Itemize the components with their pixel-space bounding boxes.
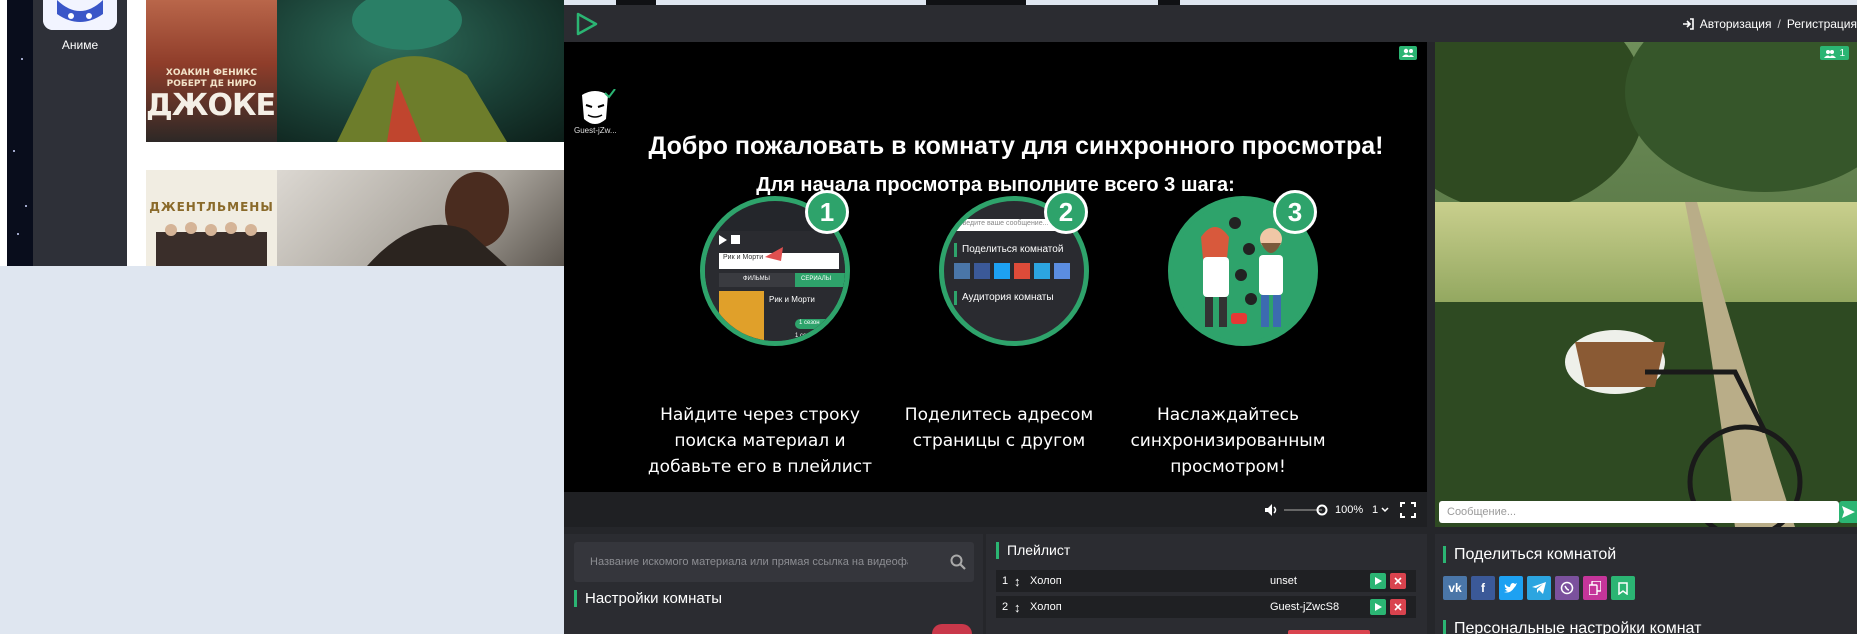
- playlist-index: 1: [1001, 575, 1009, 587]
- drag-handle-icon[interactable]: ↕: [1014, 574, 1030, 589]
- playlist-item-owner: Guest-jZwcS8: [1270, 601, 1340, 613]
- users-icon: [1824, 49, 1837, 58]
- mock-season: 1 сезон: [799, 320, 820, 326]
- send-icon[interactable]: [1839, 501, 1857, 523]
- video-player[interactable]: Guest-jZw... Добро пожаловать в комнату …: [564, 42, 1427, 527]
- remove-icon[interactable]: [1390, 599, 1406, 615]
- poster-credit: ХОАКИН ФЕНИКС: [165, 68, 258, 78]
- volume-icon[interactable]: [1264, 492, 1280, 527]
- chat-panel: 1: [1435, 42, 1857, 527]
- poster-title: ДЖОКЕР: [146, 88, 277, 123]
- viewers-icon: [1399, 46, 1417, 60]
- sync-watch-app: Авторизация / Регистрация Guest-jZw... Д…: [564, 0, 1857, 634]
- playlist-action-button[interactable]: [1288, 630, 1370, 634]
- share-panel: Поделиться комнатой vk f Персональные на…: [1435, 534, 1857, 634]
- volume-percent: 100%: [1335, 503, 1364, 516]
- welcome-title: Добро пожаловать в комнату для синхронно…: [648, 132, 1384, 160]
- playlist-item-title: Холоп: [1030, 601, 1062, 613]
- drag-handle-icon[interactable]: ↕: [1014, 600, 1030, 615]
- room-setting-toggle[interactable]: [932, 624, 972, 634]
- step-2-text: Поделитесь адресом страницы с другом: [904, 405, 1094, 451]
- movie-still[interactable]: [277, 170, 564, 266]
- playlist-row[interactable]: 2 ↕ Холоп Guest-jZwcS8: [996, 596, 1416, 618]
- playlist-index: 2: [1001, 601, 1009, 613]
- viber-icon[interactable]: [1555, 576, 1579, 600]
- telegram-icon[interactable]: [1527, 576, 1551, 600]
- playlist-title: Плейлист: [996, 542, 1070, 559]
- movie-poster[interactable]: ХОАКИН ФЕНИКС РОБЕРТ ДЕ НИРО ДЖОКЕР: [146, 0, 277, 142]
- step-1-text: Найдите через строку поиска материал и д…: [647, 405, 873, 477]
- playlist-panel: Плейлист 1 ↕ Холоп unset 2 ↕ Холоп Guest…: [986, 534, 1427, 634]
- copy-icon[interactable]: [1583, 576, 1607, 600]
- mock-share-title: Поделиться комнатой: [962, 244, 1064, 255]
- share-title: Поделиться комнатой: [1443, 546, 1616, 563]
- mock-search-result: Рик и Морти: [723, 254, 764, 261]
- search-panel: Настройки комнаты: [564, 534, 983, 634]
- playlist-item-owner: unset: [1270, 575, 1297, 587]
- catalog-background: Аниме ХОАКИН ФЕНИКС РОБЕРТ ДЕ НИРО ДЖОКЕ…: [0, 0, 564, 266]
- remove-icon[interactable]: [1390, 573, 1406, 589]
- mock-message-placeholder: Введите ваше сообщение...: [958, 220, 1049, 227]
- movie-still[interactable]: [277, 0, 564, 142]
- personal-settings-title: Персональные настройки комнат: [1443, 620, 1701, 634]
- step-3-text: Наслаждайтесь синхронизированным просмот…: [1130, 405, 1326, 477]
- anime-icon: [43, 0, 117, 30]
- login-icon: [1682, 18, 1694, 30]
- logo-play-icon[interactable]: [574, 12, 598, 36]
- mock-item-title: Рик и Морти: [769, 295, 815, 304]
- chat-background-photo: [1435, 42, 1857, 527]
- share-buttons: vk f: [1443, 576, 1635, 600]
- mock-episode: 1 серия: [795, 333, 817, 339]
- step-2-number: 2: [1044, 190, 1088, 234]
- auth-separator: /: [1777, 17, 1781, 31]
- room-settings-title: Настройки комнаты: [574, 590, 722, 607]
- mock-tab-series: СЕРИАЛЫ: [801, 276, 832, 282]
- quality-select[interactable]: 1: [1372, 492, 1389, 527]
- chevron-down-icon: [1381, 506, 1389, 513]
- search-icon[interactable]: [950, 554, 966, 570]
- quality-value: 1: [1372, 503, 1379, 516]
- fullscreen-icon[interactable]: [1400, 492, 1416, 527]
- facebook-icon[interactable]: f: [1471, 576, 1495, 600]
- twitter-icon[interactable]: [1499, 576, 1523, 600]
- online-users-badge: 1: [1820, 46, 1849, 60]
- mock-tab-films: ФИЛЬМЫ: [743, 276, 770, 282]
- play-icon[interactable]: [1370, 599, 1386, 615]
- category-item-anime[interactable]: Аниме: [33, 0, 127, 266]
- chat-message-input[interactable]: [1439, 501, 1839, 523]
- vk-icon[interactable]: vk: [1443, 576, 1467, 600]
- guest-name: Guest-jZw...: [574, 126, 617, 135]
- category-label: Аниме: [61, 38, 99, 52]
- playlist-row[interactable]: 1 ↕ Холоп unset: [996, 570, 1416, 592]
- mock-audience-title: Аудитория комнаты: [962, 292, 1054, 303]
- step-1-number: 1: [805, 190, 849, 234]
- search-input[interactable]: [574, 542, 924, 582]
- movie-poster[interactable]: ДЖЕНТЛЬМЕНЫ: [146, 170, 277, 266]
- playlist-item-title: Холоп: [1030, 575, 1062, 587]
- register-link[interactable]: Регистрация: [1787, 17, 1857, 31]
- bookmark-icon[interactable]: [1611, 576, 1635, 600]
- auth-links: Авторизация / Регистрация: [1682, 15, 1857, 33]
- starfield-strip: [7, 0, 33, 266]
- volume-slider[interactable]: [1284, 492, 1328, 527]
- step-3-number: 3: [1273, 190, 1317, 234]
- play-icon[interactable]: [1370, 573, 1386, 589]
- player-controls: 100% 1: [564, 492, 1427, 527]
- login-link[interactable]: Авторизация: [1700, 17, 1772, 31]
- app-header: Авторизация / Регистрация: [564, 5, 1857, 42]
- online-count: 1: [1839, 47, 1845, 59]
